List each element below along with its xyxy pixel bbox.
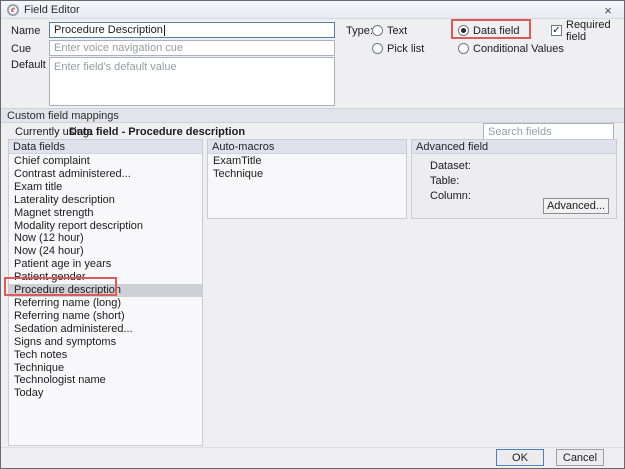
list-item[interactable]: Modality report description xyxy=(9,220,202,233)
check-glyph: ✓ xyxy=(552,26,560,36)
name-value: Procedure Description xyxy=(54,24,163,36)
close-icon[interactable]: × xyxy=(600,2,616,18)
auto-macros-header-label: Auto-macros xyxy=(212,141,274,153)
list-item[interactable]: Procedure description xyxy=(9,284,202,297)
ok-button[interactable]: OK xyxy=(496,449,544,466)
auto-macros-panel: Auto-macros ExamTitleTechnique xyxy=(207,139,407,219)
required-field-checkbox[interactable]: ✓ Required field xyxy=(551,23,624,38)
cue-input[interactable]: Enter voice navigation cue xyxy=(49,40,335,56)
radio-conditional-values[interactable]: Conditional Values xyxy=(458,41,564,56)
list-item[interactable]: Now (12 hour) xyxy=(9,232,202,245)
advanced-button[interactable]: Advanced... xyxy=(543,198,609,214)
list-item[interactable]: Patient gender xyxy=(9,271,202,284)
list-item[interactable]: Exam title xyxy=(9,181,202,194)
table-label: Table: xyxy=(430,175,459,187)
window-title: Field Editor xyxy=(24,4,80,16)
radio-pick-list-label: Pick list xyxy=(387,43,424,55)
data-fields-panel: Data fields Chief complaintContrast admi… xyxy=(8,139,203,446)
list-item[interactable]: Referring name (short) xyxy=(9,310,202,323)
data-fields-list[interactable]: Chief complaintContrast administered...E… xyxy=(9,154,202,445)
cue-label: Cue xyxy=(11,43,31,55)
auto-macros-header: Auto-macros xyxy=(208,140,406,154)
dataset-label: Dataset: xyxy=(430,160,471,172)
advanced-field-panel: Advanced field Dataset: Table: Column: A… xyxy=(411,139,617,219)
search-placeholder: Search fields xyxy=(488,126,552,138)
section-title: Custom field mappings xyxy=(7,110,119,122)
name-label: Name xyxy=(11,25,40,37)
radio-conditional-values-label: Conditional Values xyxy=(473,43,564,55)
advanced-field-header-label: Advanced field xyxy=(416,141,488,153)
radio-data-field[interactable]: Data field xyxy=(458,23,519,38)
column-label: Column: xyxy=(430,190,471,202)
titlebar: e Field Editor × xyxy=(1,1,624,19)
list-item[interactable]: Referring name (long) xyxy=(9,297,202,310)
type-label: Type: xyxy=(346,25,373,37)
list-item[interactable]: Sedation administered... xyxy=(9,323,202,336)
list-item[interactable]: Contrast administered... xyxy=(9,168,202,181)
data-fields-header-label: Data fields xyxy=(13,141,65,153)
search-fields-input[interactable]: Search fields xyxy=(483,123,614,140)
field-editor-dialog: e Field Editor × Name Procedure Descript… xyxy=(0,0,625,469)
app-logo-glyph: e xyxy=(11,5,15,14)
name-input[interactable]: Procedure Description xyxy=(49,22,335,38)
list-item[interactable]: ExamTitle xyxy=(208,155,406,168)
radio-text[interactable]: Text xyxy=(372,23,407,38)
list-item[interactable]: Signs and symptoms xyxy=(9,336,202,349)
advanced-field-header: Advanced field xyxy=(412,140,616,154)
radio-data-field-label: Data field xyxy=(473,25,519,37)
required-field-label: Required field xyxy=(566,19,624,43)
radio-icon xyxy=(458,43,469,54)
radio-icon xyxy=(458,25,469,36)
list-item[interactable]: Magnet strength xyxy=(9,207,202,220)
list-item[interactable]: Chief complaint xyxy=(9,155,202,168)
list-item[interactable]: Technique xyxy=(208,168,406,181)
auto-macros-list[interactable]: ExamTitleTechnique xyxy=(208,154,406,218)
radio-icon xyxy=(372,25,383,36)
radio-pick-list[interactable]: Pick list xyxy=(372,41,424,56)
list-item[interactable]: Now (24 hour) xyxy=(9,245,202,258)
list-item[interactable]: Laterality description xyxy=(9,194,202,207)
default-placeholder: Enter field's default value xyxy=(54,61,177,73)
list-item[interactable]: Patient age in years xyxy=(9,258,202,271)
footer-divider xyxy=(1,447,624,448)
currently-using-value: Data field - Procedure description xyxy=(69,126,245,138)
section-header-custom-field-mappings: Custom field mappings xyxy=(1,108,624,123)
list-item[interactable]: Tech notes xyxy=(9,349,202,362)
advanced-field-body: Dataset: Table: Column: Advanced... xyxy=(412,154,616,218)
default-input[interactable]: Enter field's default value xyxy=(49,57,335,106)
radio-text-label: Text xyxy=(387,25,407,37)
cue-placeholder: Enter voice navigation cue xyxy=(54,42,183,54)
default-label: Default xyxy=(11,59,46,71)
list-item[interactable]: Today xyxy=(9,387,202,400)
app-logo-icon: e xyxy=(7,4,19,16)
radio-icon xyxy=(372,43,383,54)
cancel-button[interactable]: Cancel xyxy=(556,449,604,466)
text-caret xyxy=(164,25,165,36)
list-item[interactable]: Technique xyxy=(9,362,202,375)
data-fields-header: Data fields xyxy=(9,140,202,154)
checkbox-icon: ✓ xyxy=(551,25,562,36)
list-item[interactable]: Technologist name xyxy=(9,374,202,387)
